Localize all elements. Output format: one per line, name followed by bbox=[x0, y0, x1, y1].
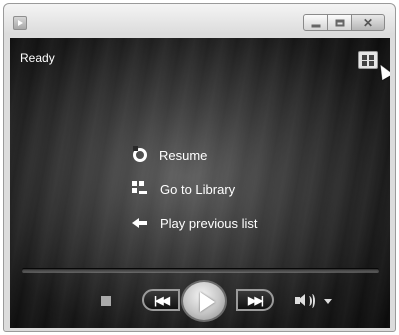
seek-bar[interactable] bbox=[22, 268, 379, 272]
next-icon: ▶▶| bbox=[248, 294, 264, 307]
back-arrow-icon bbox=[132, 215, 148, 231]
now-playing-area: Ready Resume Go to Library Play previous… bbox=[10, 38, 390, 328]
library-grid-icon bbox=[362, 55, 367, 60]
close-icon: ✕ bbox=[362, 15, 374, 30]
menu-item-label: Play previous list bbox=[160, 215, 258, 231]
menu-item-resume[interactable]: Resume bbox=[132, 138, 258, 172]
play-button[interactable] bbox=[181, 280, 227, 322]
resume-icon bbox=[133, 146, 147, 162]
stop-button[interactable] bbox=[101, 296, 111, 306]
status-text: Ready bbox=[20, 51, 55, 65]
minimize-icon bbox=[311, 24, 320, 27]
media-player-window: ✕ Ready Resume Go to Library Play previo… bbox=[3, 3, 396, 332]
previous-icon: |◀◀ bbox=[154, 294, 170, 307]
volume-button[interactable] bbox=[295, 292, 317, 310]
app-icon[interactable] bbox=[13, 16, 27, 30]
close-button[interactable]: ✕ bbox=[351, 14, 385, 31]
next-button[interactable]: ▶▶| bbox=[236, 289, 274, 311]
volume-dropdown-icon[interactable] bbox=[324, 299, 332, 304]
caption-buttons: ✕ bbox=[303, 14, 385, 32]
menu-item-go-to-library[interactable]: Go to Library bbox=[132, 172, 258, 206]
menu-item-label: Resume bbox=[159, 147, 208, 163]
playback-controls: |◀◀ ▶▶| bbox=[10, 278, 390, 326]
switch-to-library-button[interactable] bbox=[358, 51, 378, 69]
previous-button[interactable]: |◀◀ bbox=[142, 289, 180, 311]
now-playing-menu: Resume Go to Library Play previous list bbox=[132, 138, 258, 240]
menu-item-play-previous-list[interactable]: Play previous list bbox=[132, 206, 258, 240]
play-icon bbox=[200, 292, 215, 312]
library-icon bbox=[132, 181, 148, 197]
maximize-button[interactable] bbox=[327, 14, 352, 31]
minimize-button[interactable] bbox=[303, 14, 328, 31]
title-bar[interactable]: ✕ bbox=[4, 4, 395, 40]
maximize-icon bbox=[335, 19, 344, 26]
menu-item-label: Go to Library bbox=[160, 181, 236, 197]
